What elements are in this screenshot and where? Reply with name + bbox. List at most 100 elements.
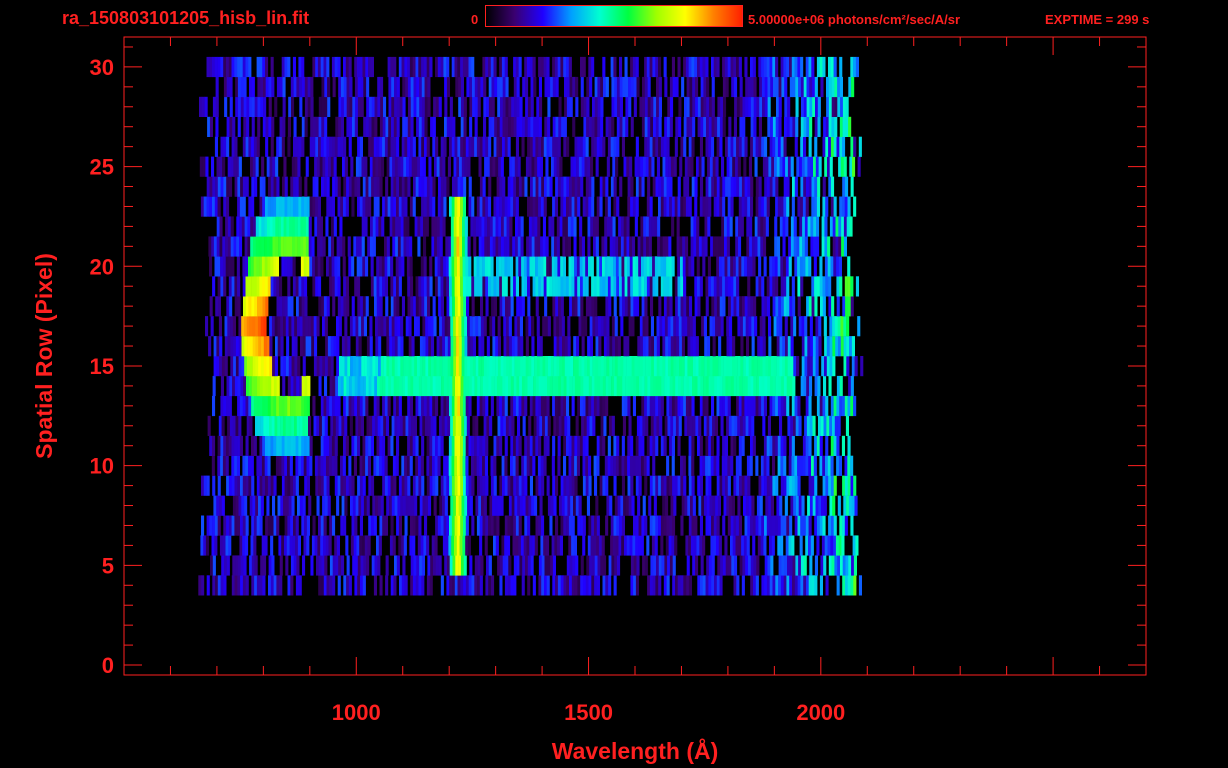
heatmap-cell xyxy=(680,196,684,217)
heatmap-cell xyxy=(759,495,763,516)
heatmap-cell xyxy=(410,96,414,117)
heatmap-cell xyxy=(836,395,840,417)
heatmap-cell xyxy=(488,96,492,117)
heatmap-cell xyxy=(589,316,593,337)
heatmap-cell xyxy=(575,76,579,98)
heatmap-cell xyxy=(472,76,476,98)
heatmap-cell xyxy=(398,276,402,297)
heatmap-cell xyxy=(629,535,633,556)
heatmap-cell xyxy=(535,196,539,217)
heatmap-cell xyxy=(532,395,536,417)
heatmap-cell xyxy=(328,256,332,277)
heatmap-cell xyxy=(309,196,313,217)
heatmap-cell xyxy=(565,216,569,237)
heatmap-cell xyxy=(243,96,247,117)
heatmap-cell xyxy=(648,216,652,237)
heatmap-cell xyxy=(268,116,272,137)
heatmap-cell xyxy=(671,395,675,417)
heatmap-cell xyxy=(794,475,798,496)
heatmap-cell xyxy=(814,116,818,137)
heatmap-cell xyxy=(252,156,256,177)
heatmap-cell xyxy=(323,455,327,476)
heatmap-cell xyxy=(267,395,271,417)
heatmap-cell xyxy=(446,276,450,297)
heatmap-cell xyxy=(559,336,563,357)
heatmap-cell xyxy=(340,515,344,536)
heatmap-cell xyxy=(789,475,793,496)
heatmap-cell xyxy=(688,475,692,496)
heatmap-cell xyxy=(467,236,471,257)
heatmap-cell xyxy=(837,316,841,337)
heatmap-cell xyxy=(468,276,472,297)
heatmap-cell xyxy=(515,216,519,237)
heatmap-cell xyxy=(764,475,768,496)
heatmap-cell xyxy=(423,535,427,556)
heatmap-cell xyxy=(722,196,726,217)
heatmap-cell xyxy=(543,136,547,157)
heatmap-cell xyxy=(838,236,842,257)
heatmap-cell xyxy=(291,356,295,377)
heatmap-cell xyxy=(346,555,350,576)
heatmap-cell xyxy=(848,116,852,137)
heatmap-cell xyxy=(837,495,841,516)
heatmap-cell xyxy=(836,435,840,456)
heatmap-cell xyxy=(520,216,524,237)
heatmap-cell xyxy=(630,116,634,137)
heatmap-cell xyxy=(814,575,818,596)
heatmap-cell xyxy=(327,76,331,98)
heatmap-cell xyxy=(589,415,593,436)
heatmap-cell xyxy=(504,276,508,297)
heatmap-cell xyxy=(623,156,627,177)
heatmap-cell xyxy=(446,76,450,98)
heatmap-cell xyxy=(738,455,742,476)
heatmap-cell xyxy=(814,276,818,297)
heatmap-cell xyxy=(365,395,369,417)
heatmap-cell xyxy=(701,156,705,177)
heatmap-cell xyxy=(379,176,383,197)
heatmap-cell xyxy=(757,336,761,357)
heatmap-cell xyxy=(577,395,581,417)
heatmap-cell xyxy=(626,336,630,357)
heatmap-cell xyxy=(719,276,723,297)
heatmap-cell xyxy=(816,435,820,456)
heatmap-cell xyxy=(227,156,231,177)
heatmap-cell xyxy=(209,116,213,137)
heatmap-cell xyxy=(834,76,838,98)
heatmap-cell xyxy=(237,296,241,317)
heatmap-cell xyxy=(446,296,450,317)
heatmap-cell xyxy=(543,56,547,78)
heatmap-cell xyxy=(227,415,231,436)
heatmap-cell xyxy=(369,316,373,337)
heatmap-cell xyxy=(462,535,466,556)
heatmap-cell xyxy=(527,296,531,317)
heatmap-cell xyxy=(724,236,728,257)
heatmap-cell xyxy=(447,555,451,576)
heatmap-cell xyxy=(748,555,752,576)
heatmap-cell xyxy=(595,216,599,237)
heatmap-cell xyxy=(769,256,773,277)
heatmap-cell xyxy=(445,455,449,476)
heatmap-cell xyxy=(376,136,380,157)
heatmap-cell xyxy=(397,236,401,257)
heatmap-cell xyxy=(637,336,641,357)
heatmap-cell xyxy=(217,276,221,297)
heatmap-cell xyxy=(460,515,464,536)
heatmap-cell xyxy=(747,375,751,397)
heatmap-cell xyxy=(310,96,314,117)
heatmap-cell xyxy=(761,475,765,496)
heatmap-cell xyxy=(231,276,235,297)
heatmap-cell xyxy=(580,176,584,197)
heatmap-cell xyxy=(424,96,428,117)
heatmap-cell xyxy=(352,116,356,137)
heatmap-cell xyxy=(563,515,567,536)
heatmap-cell xyxy=(790,495,794,516)
heatmap-cell xyxy=(730,435,734,456)
heatmap-cell xyxy=(843,216,847,237)
heatmap-cell xyxy=(822,56,826,78)
heatmap-cell xyxy=(816,276,820,297)
heatmap-cell xyxy=(371,375,375,397)
heatmap-cell xyxy=(409,256,413,277)
heatmap-cell xyxy=(410,575,414,596)
heatmap-cell xyxy=(265,515,269,536)
heatmap-cell xyxy=(578,356,582,377)
